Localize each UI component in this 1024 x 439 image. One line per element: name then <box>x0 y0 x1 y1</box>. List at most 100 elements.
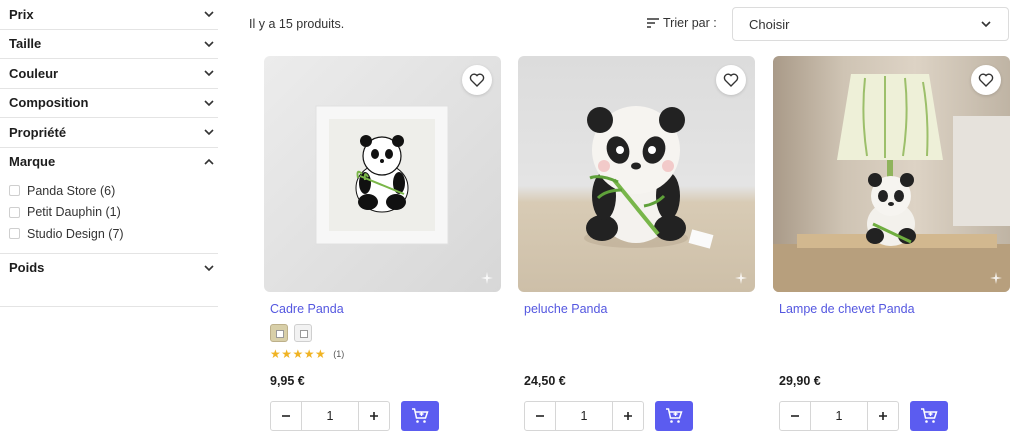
cart-add-icon <box>412 408 429 423</box>
chevron-down-icon <box>981 21 991 28</box>
variant-swatch[interactable] <box>294 324 312 342</box>
filter-color-header[interactable]: Couleur <box>0 59 218 88</box>
sort-icon <box>647 18 659 28</box>
product-price: 24,50 € <box>524 374 566 388</box>
product-card: Lampe de chevet Panda 29,90 € 1 <box>773 56 1010 431</box>
plus-icon <box>624 412 632 420</box>
quantity-input[interactable]: 1 <box>810 402 868 430</box>
brand-option[interactable]: Studio Design (7) <box>9 223 218 245</box>
filter-weight-header[interactable]: Poids <box>0 254 218 283</box>
plus-icon <box>879 412 887 420</box>
cart-add-icon <box>666 408 683 423</box>
chevron-down-icon <box>204 70 214 77</box>
filter-composition: Composition <box>0 89 218 118</box>
add-to-cart-button[interactable] <box>401 401 439 431</box>
sparkle-icon <box>990 272 1002 284</box>
increase-button[interactable] <box>359 402 389 430</box>
heart-icon <box>978 73 994 87</box>
filter-title: Poids <box>9 260 45 276</box>
product-price: 29,90 € <box>779 374 821 388</box>
brand-option[interactable]: Petit Dauphin (1) <box>9 202 218 224</box>
filter-composition-header[interactable]: Composition <box>0 89 218 118</box>
cart-add-icon <box>921 408 938 423</box>
brand-option-label: Studio Design (7) <box>27 226 124 241</box>
product-name[interactable]: peluche Panda <box>518 302 755 316</box>
product-card: Cadre Panda ★★★★★ (1) 9,95 € 1 <box>264 56 501 431</box>
panda-plush-illustration <box>584 106 714 249</box>
product-count: Il y a 15 produits. <box>249 17 345 31</box>
variant-swatches <box>264 324 501 342</box>
minus-icon <box>536 415 544 417</box>
minus-icon <box>791 415 799 417</box>
filter-weight: Poids <box>0 254 218 283</box>
filter-brand: Marque Panda Store (6) Petit Dauphin (1)… <box>0 148 218 254</box>
filter-price: Prix <box>0 0 218 30</box>
quantity-controls: 1 <box>779 401 948 431</box>
filter-size-header[interactable]: Taille <box>0 30 218 59</box>
checkbox[interactable] <box>9 228 20 240</box>
chevron-down-icon <box>204 265 214 271</box>
filter-price-header[interactable]: Prix <box>0 0 218 29</box>
decrease-button[interactable] <box>271 402 301 430</box>
filter-title: Couleur <box>9 65 59 81</box>
brand-option-label: Panda Store (6) <box>27 183 116 198</box>
filter-title: Composition <box>9 95 89 111</box>
checkbox[interactable] <box>9 185 20 197</box>
filter-property: Propriété <box>0 118 218 148</box>
product-name[interactable]: Lampe de chevet Panda <box>773 302 1010 316</box>
filter-title: Propriété <box>9 124 67 140</box>
sort-label: Trier par : <box>663 16 717 30</box>
sort-dropdown[interactable]: Choisir <box>732 7 1009 41</box>
heart-icon <box>723 73 739 87</box>
filter-brand-header[interactable]: Marque <box>0 148 218 177</box>
product-image[interactable] <box>773 56 1010 292</box>
rating-stars: ★★★★★ <box>270 347 327 361</box>
add-to-cart-button[interactable] <box>655 401 693 431</box>
sort-label-group: Trier par : <box>646 16 717 30</box>
product-card: peluche Panda 24,50 € 1 <box>518 56 755 431</box>
product-name[interactable]: Cadre Panda <box>264 302 501 316</box>
sparkle-icon <box>481 272 493 284</box>
filter-size: Taille <box>0 30 218 59</box>
chevron-down-icon <box>204 100 214 106</box>
plus-icon <box>370 412 378 420</box>
brand-option[interactable]: Panda Store (6) <box>9 180 218 202</box>
filter-title: Marque <box>9 154 56 170</box>
filter-property-header[interactable]: Propriété <box>0 118 218 147</box>
chevron-down-icon <box>204 11 214 18</box>
wishlist-button[interactable] <box>971 65 1001 95</box>
wishlist-button[interactable] <box>462 65 492 95</box>
review-count: (1) <box>333 349 345 359</box>
filter-brand-options: Panda Store (6) Petit Dauphin (1) Studio… <box>0 176 218 253</box>
decrease-button[interactable] <box>780 402 810 430</box>
panda-lamp-illustration <box>773 74 1010 292</box>
divider <box>0 306 218 307</box>
checkbox[interactable] <box>9 206 20 218</box>
decrease-button[interactable] <box>525 402 555 430</box>
add-to-cart-button[interactable] <box>910 401 948 431</box>
product-image[interactable] <box>518 56 755 292</box>
filter-title: Taille <box>9 36 42 52</box>
sparkle-icon <box>735 272 747 284</box>
sort-value: Choisir <box>749 16 790 32</box>
brand-option-label: Petit Dauphin (1) <box>27 205 121 220</box>
variant-swatch[interactable] <box>270 324 288 342</box>
filter-title: Prix <box>9 6 34 22</box>
filter-color: Couleur <box>0 59 218 89</box>
chevron-down-icon <box>204 41 214 47</box>
minus-icon <box>282 415 290 417</box>
chevron-down-icon <box>204 129 214 136</box>
chevron-up-icon <box>204 158 214 165</box>
quantity-input[interactable]: 1 <box>301 402 359 430</box>
product-rating: ★★★★★ (1) <box>264 347 501 361</box>
increase-button[interactable] <box>613 402 643 430</box>
wishlist-button[interactable] <box>716 65 746 95</box>
quantity-input[interactable]: 1 <box>555 402 613 430</box>
quantity-stepper: 1 <box>524 401 644 431</box>
product-image[interactable] <box>264 56 501 292</box>
panda-frame-illustration <box>315 105 449 245</box>
heart-icon <box>469 73 485 87</box>
increase-button[interactable] <box>868 402 898 430</box>
quantity-stepper: 1 <box>270 401 390 431</box>
quantity-controls: 1 <box>524 401 693 431</box>
